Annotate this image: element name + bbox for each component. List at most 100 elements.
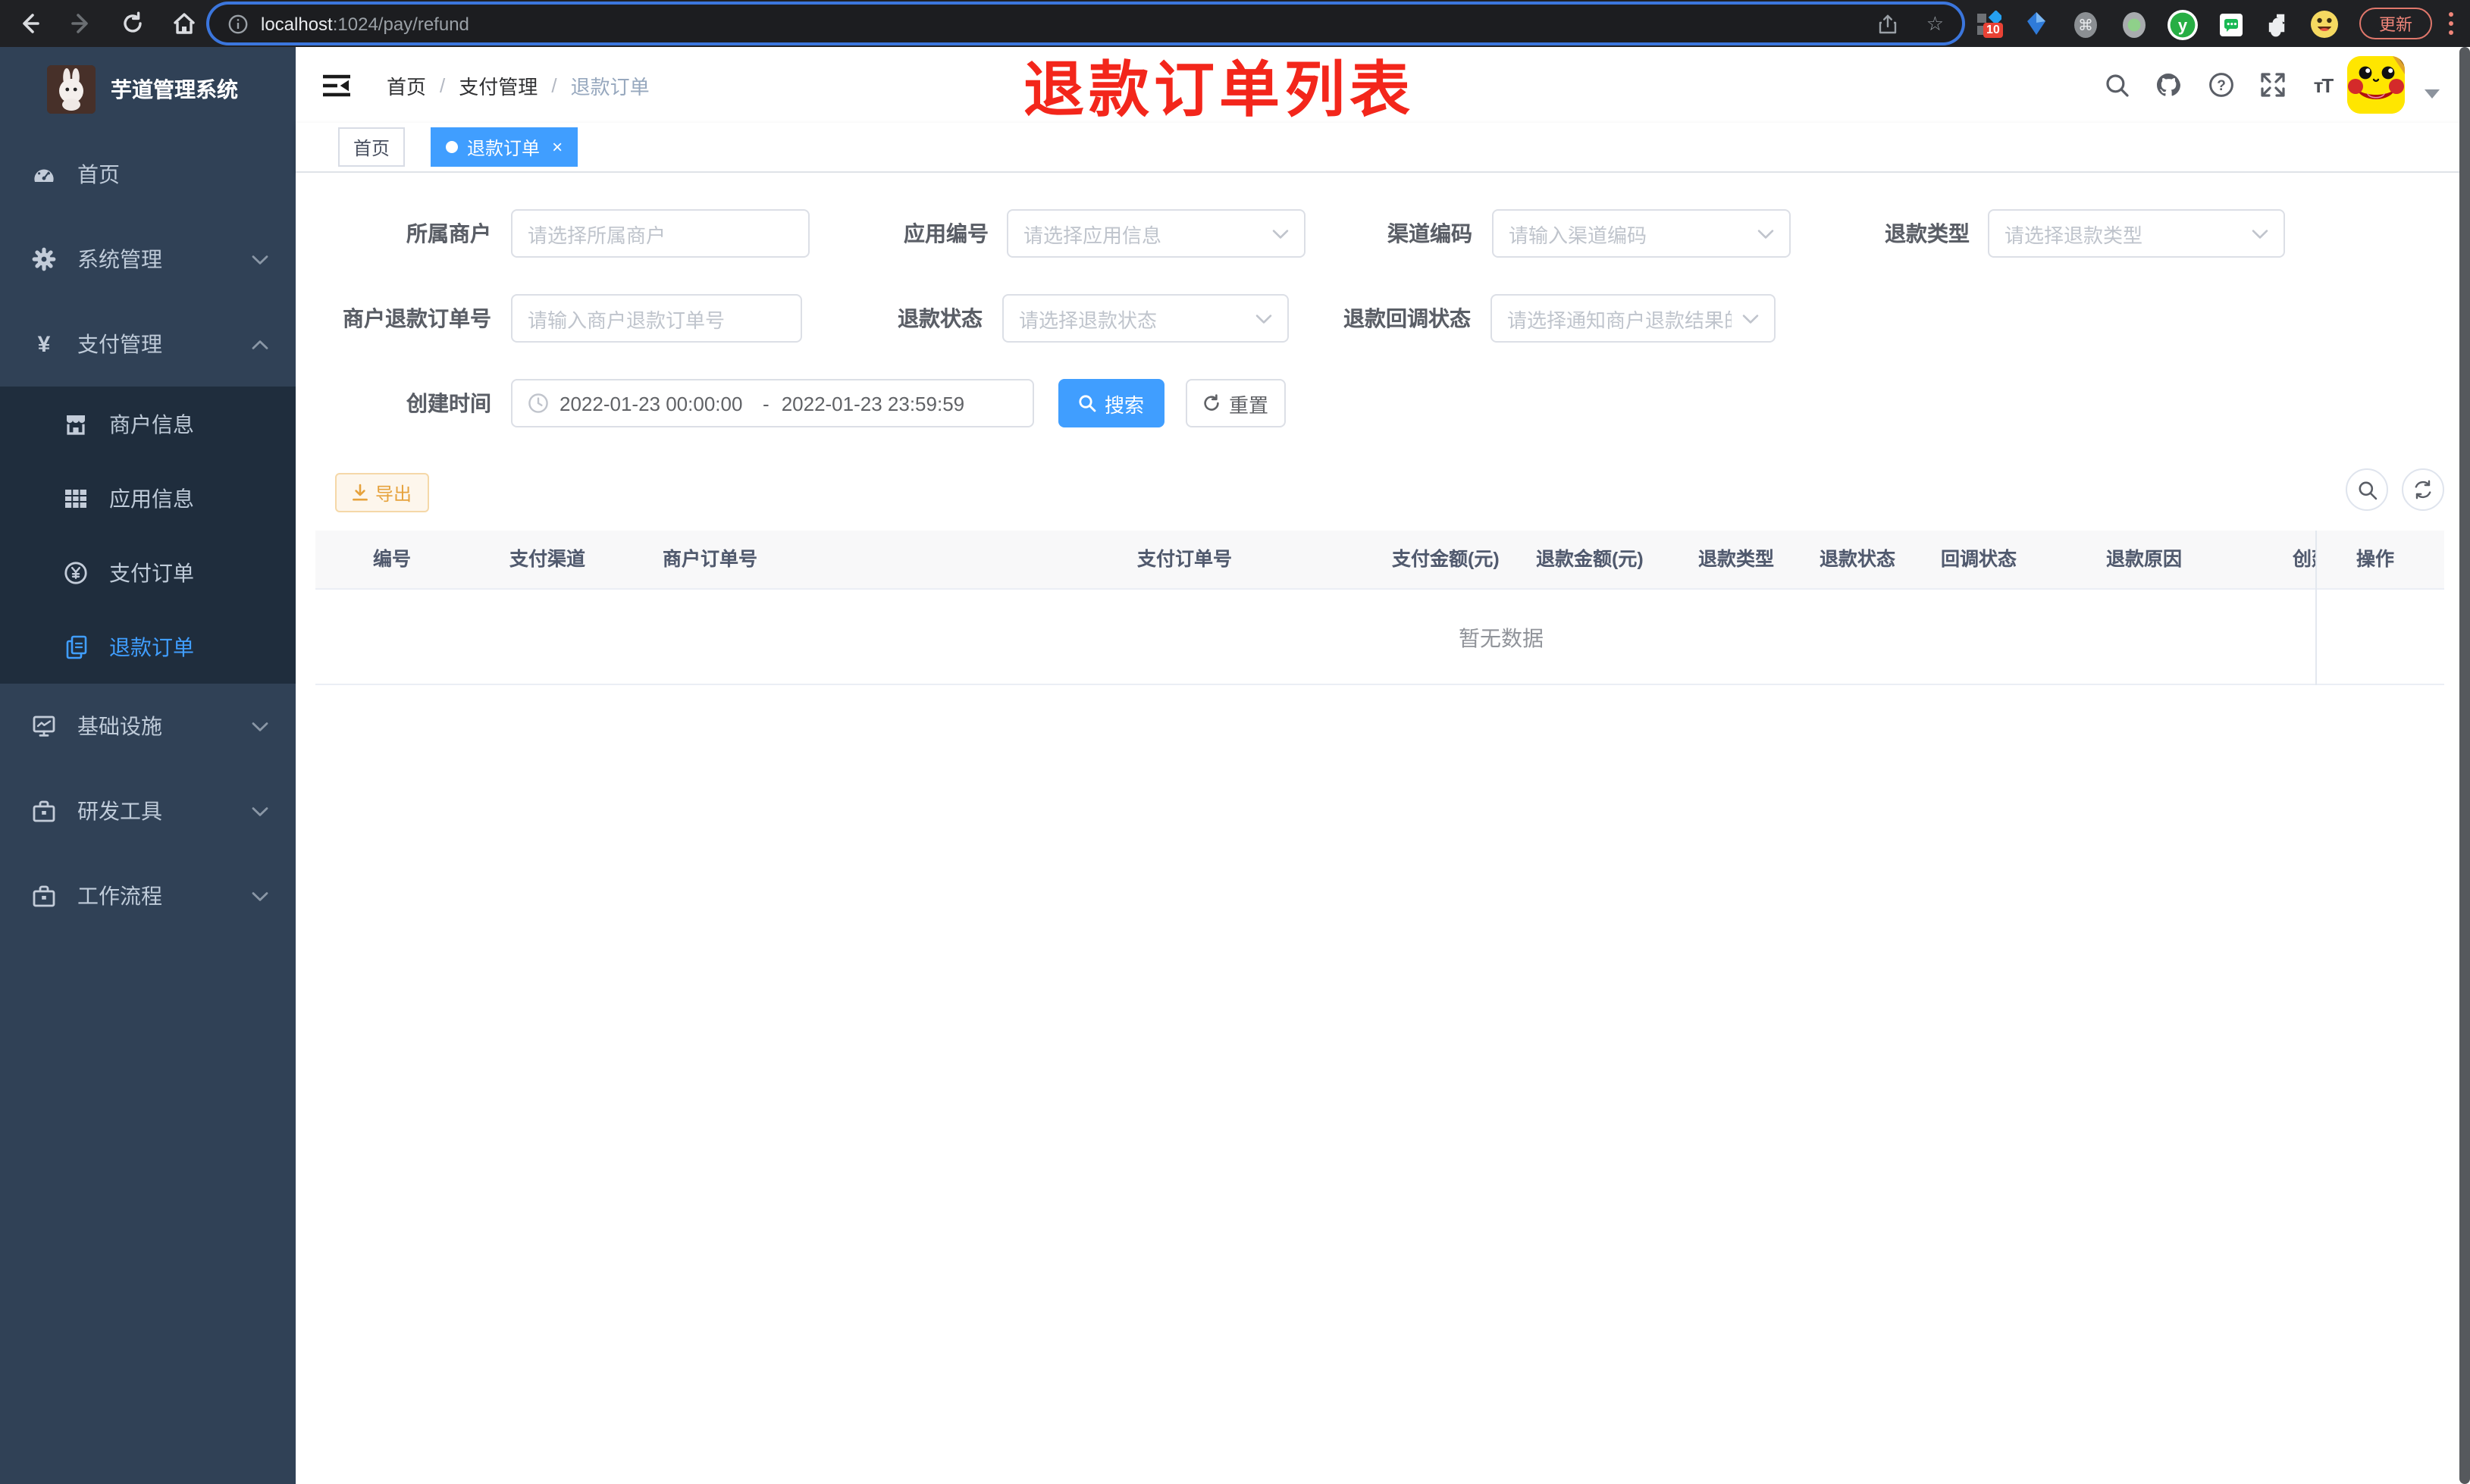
col-refund-reason: 退款原因 [2106,549,2183,570]
breadcrumb-pay[interactable]: 支付管理 [459,70,538,99]
font-size-icon[interactable]: тT [2309,71,2337,99]
chat-extension-icon[interactable] [2214,8,2247,41]
sidebar-item-app-info[interactable]: 应用信息 [0,461,296,535]
notify-status-label: 退款回调状态 [1343,306,1471,330]
create-time-label: 创建时间 [406,391,491,415]
notify-status-select[interactable]: 请选择通知商户退款结果的 [1490,294,1776,343]
browser-menu-icon[interactable] [2444,8,2456,39]
download-icon [353,484,368,501]
date-range-picker[interactable]: 2022-01-23 00:00:00 - 2022-01-23 23:59:5… [511,379,1034,427]
extension-badge: 10 [1983,23,2003,38]
export-button[interactable]: 导出 [335,473,429,512]
chevron-down-icon [252,254,268,265]
page-scrollbar[interactable] [2459,47,2470,1484]
search-icon[interactable] [2103,71,2130,99]
command-extension-icon[interactable]: ⌘ [2068,8,2102,41]
svg-text:?: ? [2217,78,2226,94]
sidebar-item-pay-order[interactable]: 支付订单 [0,535,296,609]
back-icon[interactable] [15,9,44,38]
site-info-icon[interactable] [227,13,249,34]
sidebar-logo-row[interactable]: 芋道管理系统 [0,47,296,132]
sidebar-item-refund-order[interactable]: 退款订单 [0,609,296,684]
sidebar-item-pay[interactable]: ¥ 支付管理 [0,302,296,387]
refund-type-select[interactable]: 请选择退款类型 [1988,209,2285,258]
shop-icon [64,412,88,436]
sidebar-item-merchant-info[interactable]: 商户信息 [0,387,296,461]
chevron-down-icon [252,891,268,901]
pay-submenu: 商户信息 应用信息 支付订单 退款订单 [0,387,296,684]
collapse-sidebar-icon[interactable] [323,71,350,99]
col-pay-order-no: 支付订单号 [1137,549,1233,570]
chevron-down-icon [1742,313,1759,324]
breadcrumb-separator: / [440,74,446,96]
channel-label: 渠道编码 [1387,221,1472,246]
sidebar-item-system[interactable]: 系统管理 [0,217,296,302]
refund-table: 编号 支付渠道 商户订单号 支付订单号 支付金额(元) 退款金额(元) 退款类型… [315,531,2444,685]
col-create-time: 创建时间 [2293,549,2315,570]
sidebar-item-label: 支付订单 [109,560,194,584]
puzzle-extensions-icon[interactable] [2262,8,2296,41]
app-select[interactable]: 请选择应用信息 [1007,209,1306,258]
avatar[interactable] [2347,56,2405,114]
page-content: 所属商户 请选择所属商户 应用编号 请选择应用信息 渠道编码 请输入渠道编码 退… [296,173,2470,1484]
document-copy-icon [64,634,88,659]
update-button[interactable]: 更新 [2359,8,2432,39]
sidebar-item-label: 首页 [77,162,120,186]
refund-status-select[interactable]: 请选择退款状态 [1002,294,1289,343]
home-icon[interactable] [170,9,199,38]
github-icon[interactable] [2155,71,2182,99]
forward-icon[interactable] [67,9,96,38]
share-icon[interactable] [1878,13,1899,34]
date-start[interactable]: 2022-01-23 00:00:00 [560,392,751,415]
refresh-button[interactable] [2402,468,2444,511]
sidebar-item-infra[interactable]: 基础设施 [0,684,296,769]
emoji-extension-icon[interactable] [2308,8,2341,41]
merchant-refund-no-label: 商户退款订单号 [343,306,491,330]
app-window: 芋道管理系统 首页 系统管理 ¥ 支付管理 商户信息 应用信息 支付订单 退款订… [0,47,2470,1484]
sidebar-item-home[interactable]: 首页 [0,132,296,217]
fixed-column-divider [2315,531,2317,685]
sidebar-item-label: 商户信息 [109,412,194,436]
fullscreen-icon[interactable] [2259,71,2287,99]
caret-down-icon[interactable] [2418,80,2446,108]
help-icon[interactable]: ? [2208,71,2235,99]
reload-icon[interactable] [118,9,147,38]
chevron-up-icon [252,339,268,349]
merchant-select[interactable]: 请选择所属商户 [511,209,810,258]
sidebar-item-devtools[interactable]: 研发工具 [0,769,296,853]
sidebar-item-label: 工作流程 [77,884,162,908]
col-merchant-order-no: 商户订单号 [663,549,758,570]
col-actions: 操作 [2356,549,2395,570]
svg-text:y: y [2177,15,2187,34]
y-extension-icon[interactable]: y [2165,8,2199,41]
date-end[interactable]: 2022-01-23 23:59:59 [782,392,973,415]
toolbox-icon [32,800,56,822]
merchant-refund-no-input[interactable]: 请输入商户退款订单号 [511,294,802,343]
breadcrumb: 首页 / 支付管理 / 退款订单 [387,47,650,123]
close-icon[interactable]: × [552,138,563,156]
sidebar-item-workflow[interactable]: 工作流程 [0,853,296,938]
sidebar-item-label: 基础设施 [77,714,162,738]
col-refund-amount: 退款金额(元) [1536,549,1644,570]
extension-grid-icon[interactable]: 10 [1971,8,2005,41]
browser-toolbar: localhost:1024/pay/refund ☆ 10 ⌘ y 更新 [0,0,2470,47]
tab-home[interactable]: 首页 [338,127,406,167]
address-bar[interactable]: localhost:1024/pay/refund ☆ [209,5,1962,42]
kite-extension-icon[interactable] [2020,8,2053,41]
reset-button[interactable]: 重置 [1186,379,1286,427]
clock-icon [528,393,549,414]
date-separator: - [763,392,770,415]
bookmark-star-icon[interactable]: ☆ [1926,14,1944,33]
sidebar-item-label: 系统管理 [77,247,162,271]
grid-icon [64,487,88,509]
channel-select[interactable]: 请输入渠道编码 [1492,209,1791,258]
tab-refund-order[interactable]: 退款订单 × [431,127,578,167]
circle-extension-icon[interactable] [2117,8,2150,41]
sidebar-item-label: 支付管理 [77,332,162,356]
show-search-button[interactable] [2346,468,2388,511]
breadcrumb-home[interactable]: 首页 [387,70,426,99]
sidebar: 芋道管理系统 首页 系统管理 ¥ 支付管理 商户信息 应用信息 支付订单 退款订… [0,47,296,1484]
breadcrumb-separator: / [551,74,557,96]
table-body: 暂无数据 [315,590,2444,685]
search-button[interactable]: 搜索 [1058,379,1164,427]
